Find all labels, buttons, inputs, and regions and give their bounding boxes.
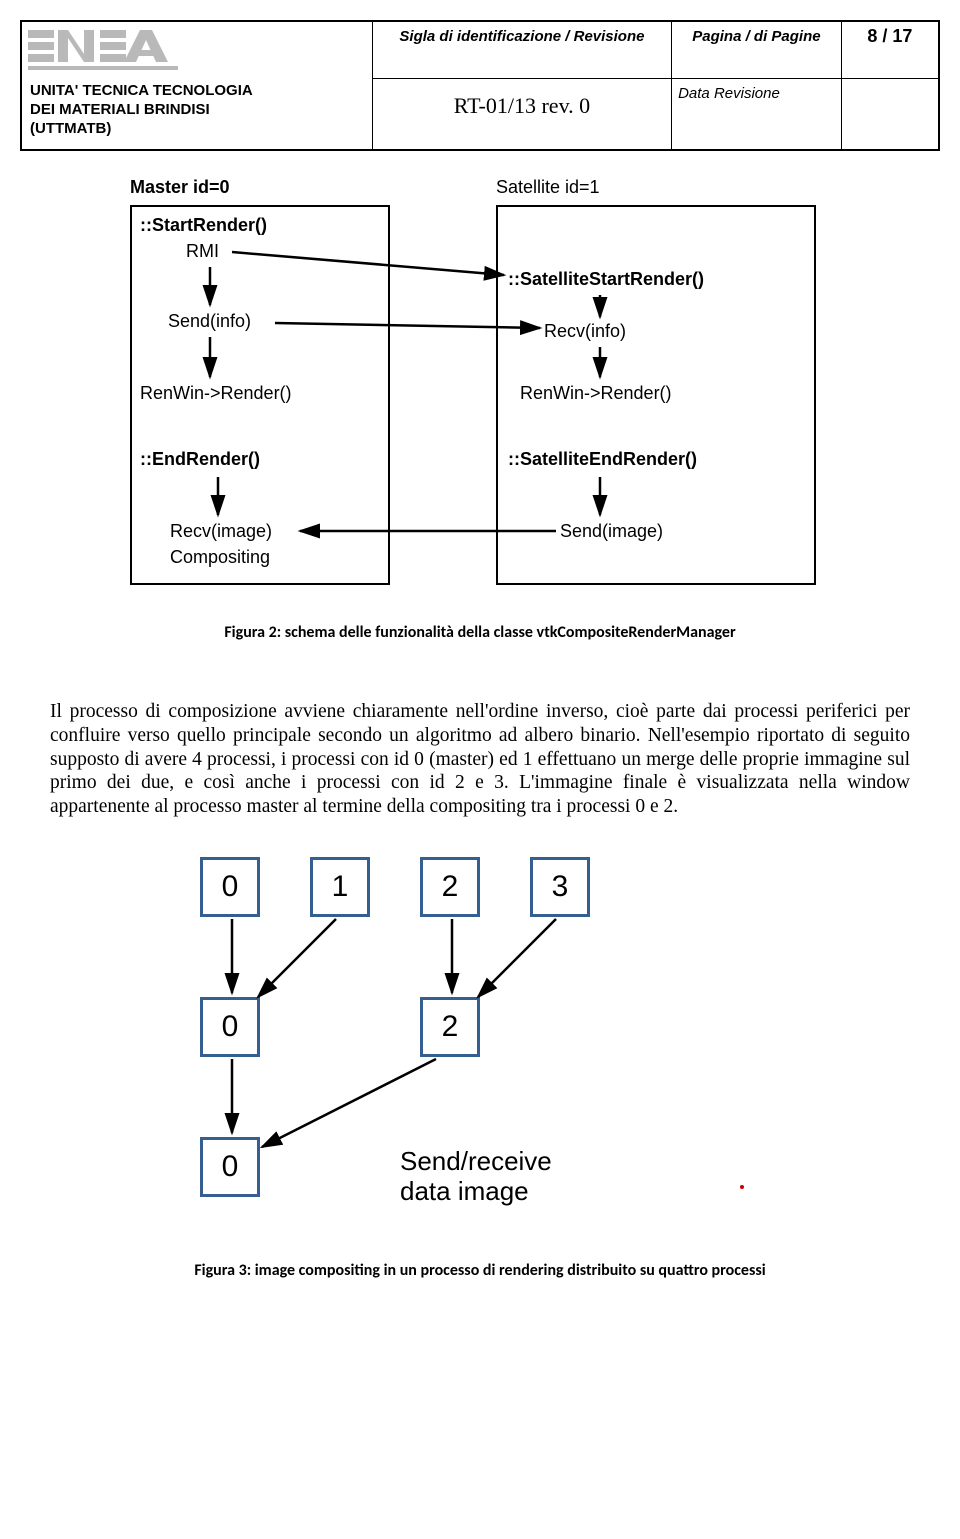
unit-line1: UNITA' TECNICA TECNOLOGIA bbox=[30, 82, 253, 99]
tiny-red-marker bbox=[740, 1185, 744, 1189]
sr-line1: Send/receive bbox=[400, 1146, 552, 1176]
header-page-num: 8 / 17 bbox=[841, 21, 939, 78]
figure-2-caption: Figura 2: schema delle funzionalità dell… bbox=[20, 623, 940, 642]
unit-line2: DEI MATERIALI BRINDISI bbox=[30, 101, 210, 118]
sr-line2: data image bbox=[400, 1176, 529, 1206]
header-doc-code: RT-01/13 rev. 0 bbox=[372, 78, 671, 150]
header-unit: UNITA' TECNICA TECNOLOGIA DEI MATERIALI … bbox=[21, 78, 372, 150]
body-paragraph: Il processo di composizione avviene chia… bbox=[50, 700, 910, 819]
send-receive-label: Send/receive data image bbox=[400, 1147, 552, 1207]
header-empty-cell bbox=[841, 78, 939, 150]
header-col-sigla: Sigla di identificazione / Revisione bbox=[372, 21, 671, 78]
enea-logo bbox=[28, 26, 366, 74]
unit-line3: (UTTMATB) bbox=[30, 120, 111, 137]
header-col-pagina: Pagina / di Pagine bbox=[672, 21, 842, 78]
header-data-rev: Data Revisione bbox=[672, 78, 842, 150]
figure-3-diagram: 0 1 2 3 0 2 0 Se bbox=[180, 847, 780, 1239]
document-header: Sigla di identificazione / Revisione Pag… bbox=[20, 20, 940, 151]
figure-2-diagram: Master id=0 Satellite id=1 ::StartRender… bbox=[100, 177, 860, 617]
figure-3-caption: Figura 3: image compositing in un proces… bbox=[20, 1261, 940, 1280]
figure-2-arrows bbox=[100, 177, 860, 617]
enea-logo-icon bbox=[28, 26, 178, 74]
